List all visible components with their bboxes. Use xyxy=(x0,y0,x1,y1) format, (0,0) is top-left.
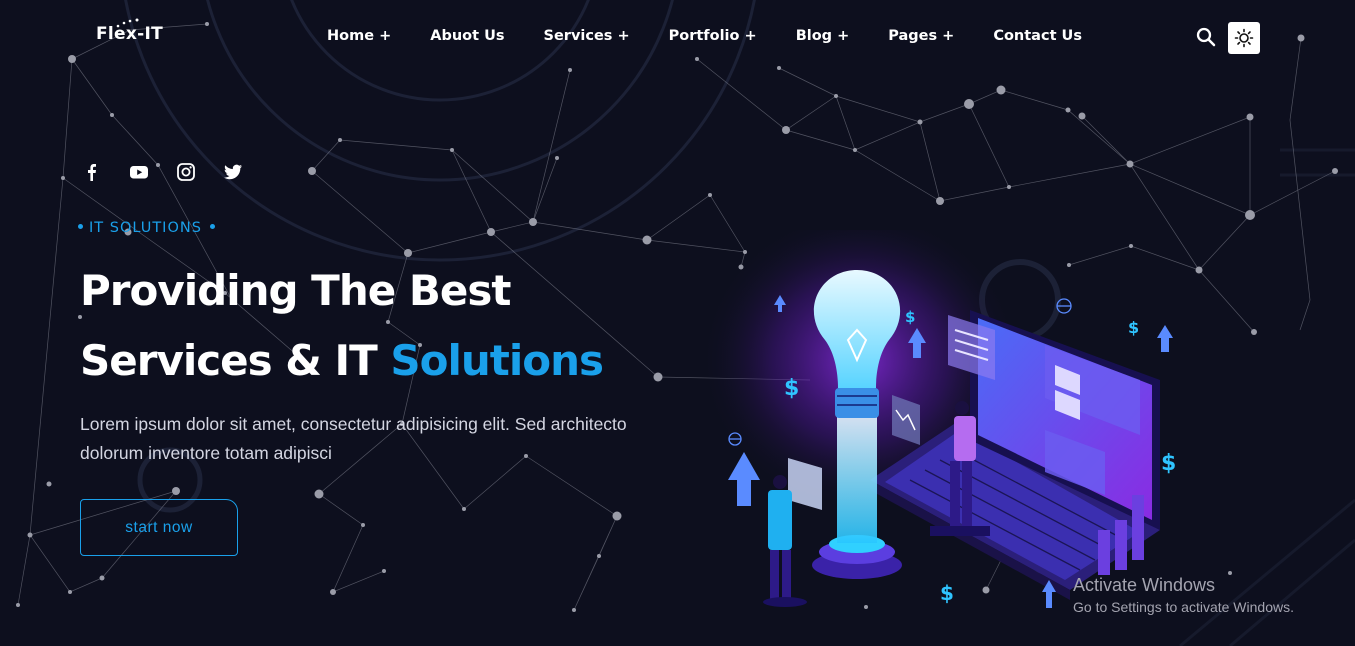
hero-title-line1: Providing The Best xyxy=(80,266,511,315)
svg-text:$: $ xyxy=(1128,318,1139,337)
sun-icon xyxy=(1234,28,1254,48)
hero-description: Lorem ipsum dolor sit amet, consectetur … xyxy=(80,414,627,463)
nav-item-blog[interactable]: Blog + xyxy=(796,28,850,44)
twitter-icon[interactable] xyxy=(223,162,243,182)
nav-item-portfolio[interactable]: Portfolio + xyxy=(669,28,757,44)
svg-text:$: $ xyxy=(784,376,799,401)
main-nav: Home + Abuot Us Services + Portfolio + B… xyxy=(327,28,1121,44)
facebook-icon[interactable] xyxy=(82,162,102,182)
activate-windows-watermark: Activate Windows Go to Settings to activ… xyxy=(1073,575,1294,615)
nav-item-about[interactable]: Abuot Us xyxy=(430,28,504,44)
social-links xyxy=(82,162,270,182)
nav-item-pages[interactable]: Pages + xyxy=(888,28,954,44)
brand-logo[interactable]: Flex-IT xyxy=(96,24,163,44)
theme-toggle-button[interactable] xyxy=(1228,22,1260,54)
watermark-title: Activate Windows xyxy=(1073,575,1216,595)
hero-title-line2-prefix: Services & IT xyxy=(80,336,391,385)
watermark-subtitle: Go to Settings to activate Windows. xyxy=(1073,599,1294,615)
hero-illustration: $ $ $ $ $ xyxy=(700,230,1176,608)
search-icon[interactable] xyxy=(1196,27,1216,47)
hero-title-line2: Services & IT Solutions xyxy=(80,336,604,385)
kicker-dot-left xyxy=(78,224,83,229)
svg-text:$: $ xyxy=(1161,451,1176,476)
hero-title-accent: Solutions xyxy=(390,336,604,385)
hero-kicker: IT SOLUTIONS xyxy=(78,220,215,236)
svg-text:$: $ xyxy=(905,308,915,326)
nav-item-home[interactable]: Home + xyxy=(327,28,391,44)
nav-item-contact[interactable]: Contact Us xyxy=(993,28,1082,44)
youtube-icon[interactable] xyxy=(129,162,149,182)
start-now-button[interactable]: start now xyxy=(80,499,238,556)
hero-kicker-text: IT SOLUTIONS xyxy=(89,220,202,236)
svg-text:$: $ xyxy=(940,581,954,605)
kicker-dot-right xyxy=(209,224,215,229)
nav-item-services[interactable]: Services + xyxy=(544,28,630,44)
instagram-icon[interactable] xyxy=(176,162,196,182)
